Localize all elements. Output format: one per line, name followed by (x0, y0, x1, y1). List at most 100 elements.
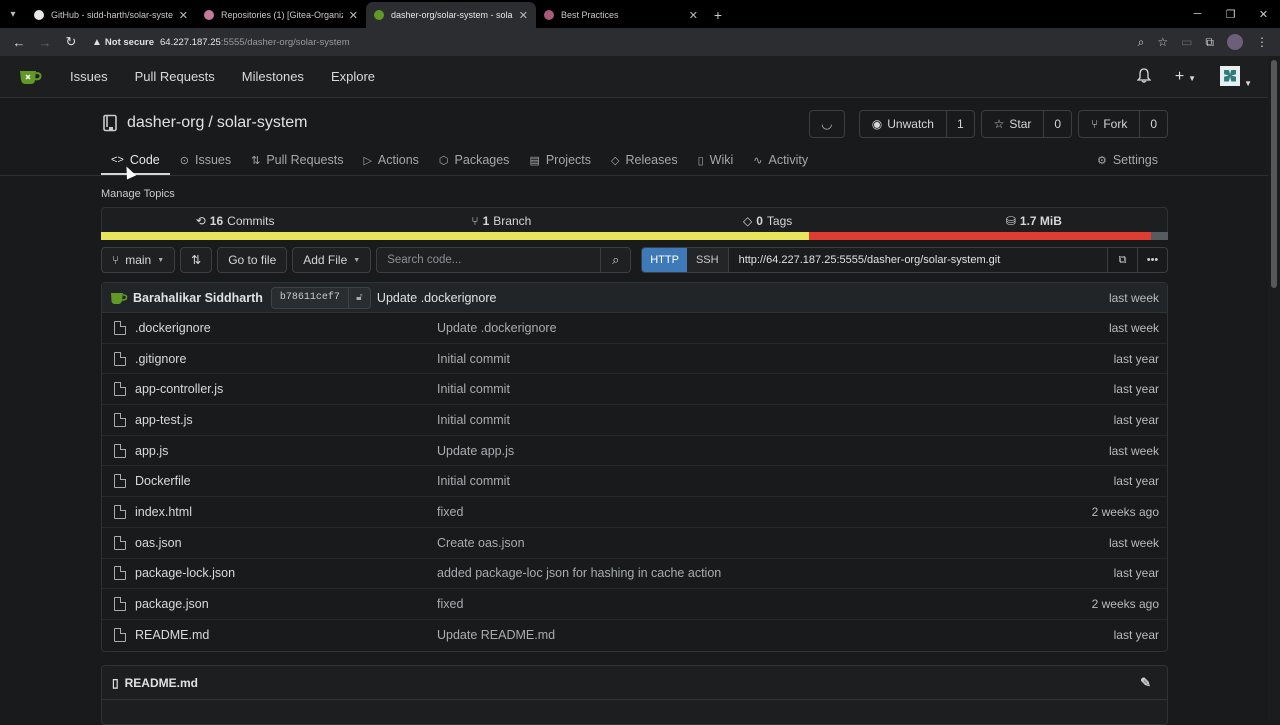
file-commit-link[interactable]: added package-loc json for hashing in ca… (437, 566, 721, 580)
back-arrow-icon[interactable]: ← (8, 35, 30, 50)
browser-tab-3[interactable]: dasher-org/solar-system - sola ✕ (366, 2, 536, 28)
close-tab-icon[interactable]: ✕ (179, 9, 188, 22)
tab-projects[interactable]: ▤ Projects (519, 145, 601, 175)
file-name-link[interactable]: Dockerfile (135, 474, 437, 488)
file-name-link[interactable]: package-lock.json (135, 566, 437, 580)
commit-sha-button[interactable]: b78611cef7 🔓︎ (270, 286, 371, 309)
commit-message[interactable]: Update .dockerignore (377, 291, 497, 305)
zoom-icon[interactable]: ⌕ (1138, 35, 1145, 50)
extensions-icon[interactable]: ⧉ (1205, 35, 1214, 50)
browser-menu-icon[interactable]: ⋮ (1256, 35, 1268, 49)
minimize-icon[interactable]: ─ (1181, 8, 1214, 20)
manage-topics-link[interactable]: Manage Topics (101, 188, 175, 200)
ssh-clone-button[interactable]: SSH (686, 248, 729, 272)
file-name-link[interactable]: .gitignore (135, 352, 437, 366)
file-name-link[interactable]: index.html (135, 505, 437, 519)
unwatch-button[interactable]: ◉ Unwatch (860, 111, 946, 137)
close-tab-icon[interactable]: ✕ (519, 9, 528, 22)
commits-stat[interactable]: ⟲ 16 Commits (102, 214, 368, 228)
restore-icon[interactable]: ❐ (1214, 8, 1247, 21)
branch-selector[interactable]: ⑂ main ▼ (101, 247, 176, 273)
user-menu[interactable]: ▼ (1220, 65, 1252, 89)
branches-stat[interactable]: ⑂ 1 Branch (368, 214, 634, 228)
http-clone-button[interactable]: HTTP (642, 248, 687, 272)
file-name-link[interactable]: app.js (135, 444, 437, 458)
code-search-input[interactable] (377, 254, 601, 266)
profile-avatar[interactable] (1227, 34, 1243, 50)
search-icon[interactable]: ⌕ (600, 248, 630, 272)
language-segment[interactable] (809, 232, 1151, 240)
forward-arrow-icon[interactable]: → (34, 35, 56, 50)
file-commit-link[interactable]: Create oas.json (437, 536, 525, 550)
edit-pencil-icon[interactable]: ✎ (1140, 675, 1151, 691)
file-name-link[interactable]: package.json (135, 597, 437, 611)
repo-owner-link[interactable]: dasher-org (127, 114, 204, 132)
language-segment[interactable] (101, 232, 810, 240)
nav-issues[interactable]: Issues (70, 69, 108, 84)
close-window-icon[interactable]: ✕ (1247, 8, 1280, 21)
notifications-bell-icon[interactable] (1136, 68, 1152, 86)
language-segment[interactable] (1150, 232, 1168, 240)
file-name-link[interactable]: app-test.js (135, 413, 437, 427)
tab-releases[interactable]: ◇ Releases (601, 145, 688, 175)
scrollbar-thumb[interactable] (1271, 60, 1277, 288)
file-commit-link[interactable]: fixed (437, 597, 463, 611)
stars-count[interactable]: 0 (1043, 111, 1071, 137)
new-tab-icon[interactable]: + (706, 2, 730, 28)
repo-name-link[interactable]: solar-system (217, 114, 308, 132)
cast-icon[interactable]: ▭ (1181, 35, 1192, 49)
browser-tab-4[interactable]: Best Practices ✕ (536, 2, 706, 28)
bookmark-star-icon[interactable]: ☆ (1157, 35, 1168, 49)
file-commit-link[interactable]: fixed (437, 505, 463, 519)
page-scrollbar[interactable] (1268, 56, 1280, 720)
close-tab-icon[interactable]: ✕ (689, 9, 698, 22)
language-bar[interactable] (101, 232, 1168, 240)
tab-packages[interactable]: ⬡ Packages (429, 145, 520, 175)
file-commit-link[interactable]: Initial commit (437, 382, 510, 396)
tab-wiki[interactable]: ▯ Wiki (688, 145, 744, 175)
reload-icon[interactable]: ↻ (60, 34, 82, 50)
not-secure-badge[interactable]: ▲ Not secure (92, 37, 154, 48)
compare-button[interactable]: ⇅ (180, 247, 213, 273)
more-options-icon[interactable]: ••• (1137, 248, 1167, 272)
tab-search-icon[interactable]: ▾ (0, 0, 26, 28)
tab-code[interactable]: <> Code (101, 145, 170, 175)
file-name-link[interactable]: oas.json (135, 536, 437, 550)
tab-activity[interactable]: ∿ Activity (743, 145, 818, 175)
create-new-button[interactable]: + ▼ (1175, 68, 1196, 86)
readme-title[interactable]: README.md (125, 676, 198, 690)
nav-explore[interactable]: Explore (331, 69, 375, 84)
size-stat[interactable]: ⛁ 1.7 MiB (901, 214, 1167, 228)
forks-count[interactable]: 0 (1139, 111, 1167, 137)
file-commit-link[interactable]: Initial commit (437, 474, 510, 488)
file-name-link[interactable]: .dockerignore (135, 321, 437, 335)
tab-pull-requests[interactable]: ⇅ Pull Requests (241, 145, 353, 175)
file-commit-link[interactable]: Update .dockerignore (437, 321, 557, 335)
nav-pull-requests[interactable]: Pull Requests (135, 69, 215, 84)
browser-tab-1[interactable]: GitHub - sidd-harth/solar-syste ✕ (26, 2, 196, 28)
close-tab-icon[interactable]: ✕ (349, 9, 358, 22)
file-commit-link[interactable]: Update README.md (437, 628, 555, 642)
file-commit-link[interactable]: Initial commit (437, 413, 510, 427)
tags-stat[interactable]: ◇ 0 Tags (635, 214, 901, 228)
copy-icon[interactable]: ⧉ (1107, 248, 1137, 272)
fork-button[interactable]: ⑂ Fork (1079, 111, 1139, 137)
nav-milestones[interactable]: Milestones (242, 69, 304, 84)
url-field[interactable]: ▲ Not secure 64.227.187.25:5555/dasher-or… (86, 31, 1138, 53)
tab-actions[interactable]: ▷ Actions (353, 145, 428, 175)
star-button[interactable]: ☆ Star (982, 111, 1044, 137)
add-file-button[interactable]: Add File ▼ (292, 247, 372, 273)
file-commit-link[interactable]: Initial commit (437, 352, 510, 366)
tab-settings[interactable]: ⚙ Settings (1087, 145, 1168, 175)
file-name-link[interactable]: README.md (135, 628, 437, 642)
file-name-link[interactable]: app-controller.js (135, 382, 437, 396)
go-to-file-button[interactable]: Go to file (217, 247, 288, 273)
rss-feed-button[interactable]: ◡ (808, 110, 845, 138)
file-commit-link[interactable]: Update app.js (437, 444, 514, 458)
tab-issues[interactable]: ⊙ Issues (170, 145, 241, 175)
clone-url-field[interactable]: http://64.227.187.25:5555/dasher-org/sol… (728, 248, 1107, 272)
commit-author[interactable]: Barahalikar Siddharth (133, 291, 263, 305)
browser-tab-2[interactable]: Repositories (1) [Gitea-Organiz ✕ (196, 2, 366, 28)
gitea-logo-icon[interactable] (18, 67, 44, 87)
watchers-count[interactable]: 1 (945, 111, 974, 137)
